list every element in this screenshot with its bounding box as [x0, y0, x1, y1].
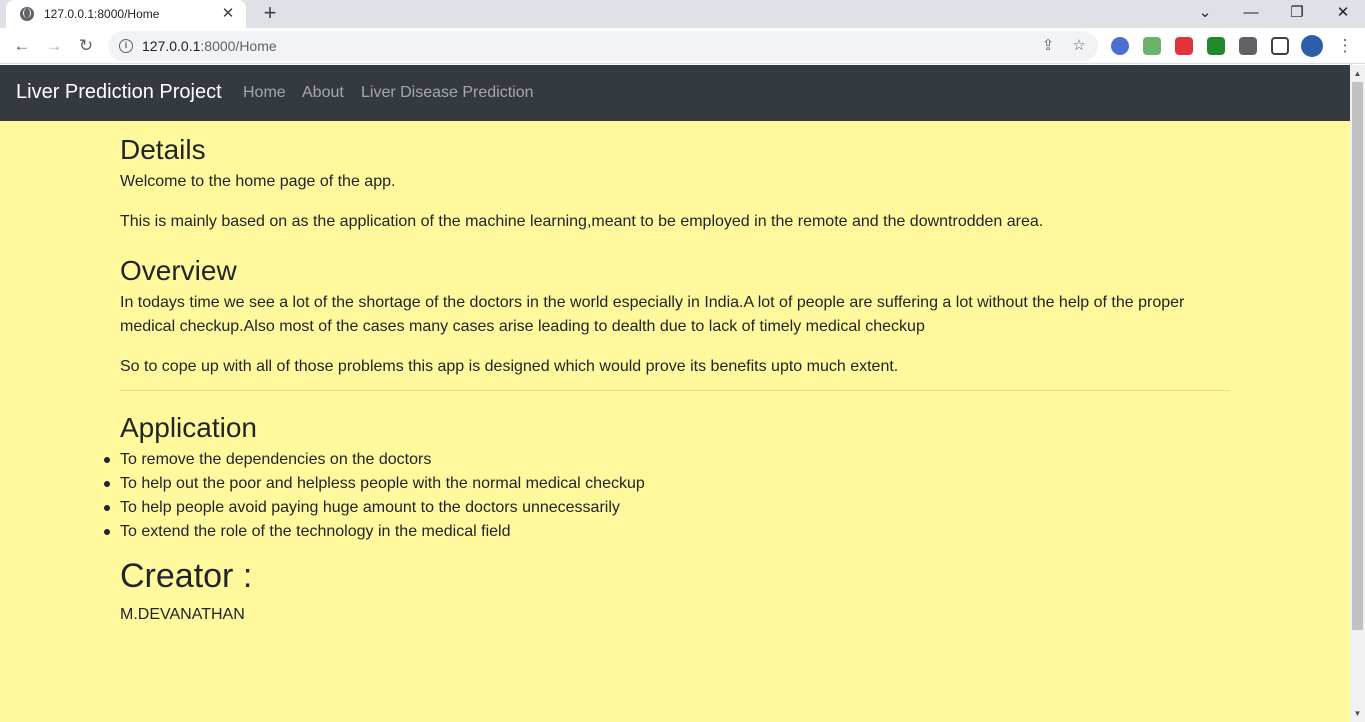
scroll-down-arrow-icon[interactable]: ▼ — [1353, 709, 1362, 718]
details-heading: Details — [120, 134, 206, 165]
tab-title: 127.0.0.1:8000/Home — [44, 7, 160, 21]
extensions-puzzle-icon[interactable] — [1239, 37, 1257, 55]
share-icon[interactable]: ⇪ — [1040, 38, 1056, 54]
list-item: To extend the role of the technology in … — [104, 520, 1230, 544]
minimize-icon[interactable]: — — [1228, 0, 1274, 28]
browser-tab[interactable]: 127.0.0.1:8000/Home ✕ — [6, 0, 246, 28]
application-heading: Application — [120, 412, 257, 444]
close-window-icon[interactable]: ✕ — [1320, 0, 1365, 28]
globe-icon — [20, 7, 34, 21]
application-list: To remove the dependencies on the doctor… — [104, 448, 1230, 544]
extension-2-icon[interactable] — [1143, 37, 1161, 55]
page-scrollbar[interactable]: ▲ ▼ — [1350, 65, 1365, 722]
overview-paragraph-1: In todays time we see a lot of the short… — [120, 294, 1185, 336]
section-divider — [120, 390, 1230, 392]
nav-link-liver-disease-prediction[interactable]: Liver Disease Prediction — [361, 84, 534, 102]
list-item: To help out the poor and helpless people… — [104, 472, 1230, 496]
side-panel-icon[interactable] — [1271, 37, 1289, 55]
details-paragraph-2: This is mainly based on as the applicati… — [120, 212, 1044, 230]
bookmark-star-icon[interactable]: ☆ — [1071, 38, 1087, 54]
new-tab-icon[interactable]: + — [258, 2, 282, 26]
extension-3-icon[interactable] — [1175, 37, 1193, 55]
back-icon[interactable]: ← — [10, 34, 34, 58]
close-tab-icon[interactable]: ✕ — [220, 6, 236, 22]
details-paragraph-1: Welcome to the home page of the app. — [120, 172, 396, 190]
creator-name: M.DEVANATHAN — [120, 605, 245, 623]
main-content: Details Welcome to the home page of the … — [104, 121, 1230, 643]
nav-link-about[interactable]: About — [302, 84, 344, 102]
extension-1-icon[interactable] — [1111, 37, 1129, 55]
overview-paragraph-2: So to cope up with all of those problems… — [120, 358, 899, 376]
nav-link-home[interactable]: Home — [243, 84, 286, 102]
navbar-brand[interactable]: Liver Prediction Project — [16, 81, 222, 104]
creator-heading: Creator : — [120, 556, 253, 595]
overview-heading: Overview — [120, 254, 237, 286]
tab-strip: 127.0.0.1:8000/Home ✕ + ⌄ — ❐ ✕ — [0, 0, 1365, 28]
menu-kebab-icon[interactable]: ⋮ — [1333, 34, 1357, 58]
site-info-icon[interactable]: i — [119, 39, 133, 53]
url-text[interactable]: 127.0.0.1:8000/Home — [142, 38, 277, 54]
scroll-up-arrow-icon[interactable]: ▲ — [1353, 69, 1362, 78]
download-icon[interactable] — [1207, 37, 1225, 55]
forward-icon[interactable]: → — [42, 34, 66, 58]
tab-search-icon[interactable]: ⌄ — [1182, 0, 1228, 28]
web-page: Liver Prediction Project Home About Live… — [0, 65, 1350, 722]
reload-icon[interactable]: ↻ — [74, 34, 98, 58]
site-navbar: Liver Prediction Project Home About Live… — [0, 65, 1350, 121]
address-bar[interactable]: i 127.0.0.1:8000/Home ⇪ ☆ — [108, 31, 1098, 61]
list-item: To help people avoid paying huge amount … — [104, 496, 1230, 520]
restore-icon[interactable]: ❐ — [1274, 0, 1320, 28]
profile-avatar[interactable] — [1301, 35, 1323, 57]
scroll-thumb[interactable] — [1352, 82, 1363, 630]
list-item: To remove the dependencies on the doctor… — [104, 448, 1230, 472]
